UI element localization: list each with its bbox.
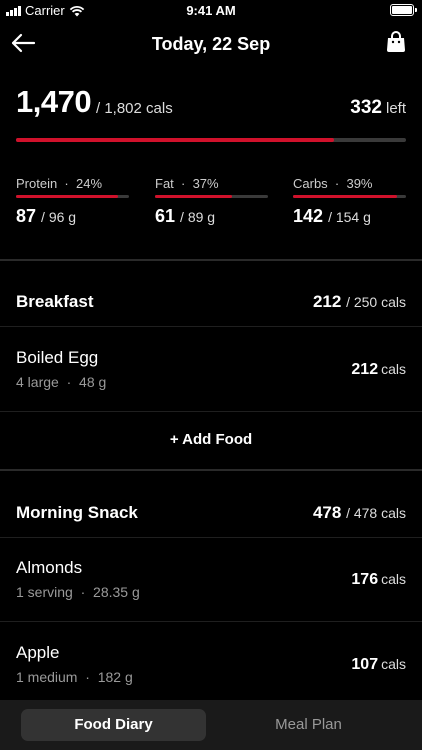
food-weight: 28.35 g (93, 584, 140, 600)
calories-remaining-label: left (385, 100, 406, 117)
food-calories-value: 212 (351, 361, 379, 378)
food-qty: 4 large (16, 374, 59, 390)
macro-carbs: Carbs · 39% 142 / 154 g (293, 176, 406, 227)
tab-meal-plan[interactable]: Meal Plan (216, 709, 401, 741)
food-detail: 1 serving · 28.35 g (16, 584, 140, 600)
calorie-progress-bar (16, 138, 406, 142)
bottom-tab-bar: Food Diary Meal Plan (0, 700, 422, 750)
calorie-progress-fill (16, 138, 335, 142)
macro-goal: / 89 g (180, 209, 216, 225)
food-calories-value: 176 (351, 571, 379, 588)
macro-goal: / 154 g (328, 209, 371, 225)
food-name: Boiled Egg (16, 348, 99, 367)
macro-percent: 39% (346, 176, 373, 191)
macro-value: 61 (155, 206, 176, 226)
food-detail: 1 medium · 182 g (16, 669, 133, 685)
macro-value: 87 (16, 206, 37, 226)
section-divider (0, 469, 422, 471)
add-food-button[interactable]: + Add Food (0, 431, 422, 448)
calories-remaining: 332 left (350, 97, 406, 119)
meal-calories-goal: / 250 cals (346, 294, 406, 310)
row-divider (0, 411, 422, 412)
calories-goal: / 1,802 cals (96, 100, 173, 117)
food-name: Almonds (16, 558, 83, 577)
macro-progress-bar (16, 195, 129, 198)
food-weight: 182 g (97, 669, 133, 685)
macro-progress-fill (293, 195, 398, 198)
food-calories-value: 107 (351, 656, 379, 673)
page-title: Today, 22 Sep (151, 34, 271, 54)
meal-calories-goal: / 478 cals (346, 505, 406, 521)
food-calories: 107 cals (351, 656, 406, 674)
calories-eaten: 1,470 (16, 84, 92, 119)
food-calories-unit: cals (381, 656, 406, 672)
food-item-apple[interactable]: Apple 1 medium · 182 g 107 cals (16, 643, 406, 693)
meal-name: Morning Snack (16, 503, 138, 522)
row-divider (0, 537, 422, 538)
macro-label: Fat (155, 176, 174, 191)
calories-remaining-value: 332 (350, 97, 382, 118)
nav-header: Today, 22 Sep (0, 26, 422, 62)
meal-name: Breakfast (16, 292, 94, 311)
meal-header-breakfast[interactable]: Breakfast 212 / 250 cals (16, 292, 406, 316)
macro-progress-fill (155, 195, 233, 198)
meal-header-morning-snack[interactable]: Morning Snack 478 / 478 cals (16, 503, 406, 527)
meal-calories: 212 / 250 cals (313, 292, 406, 312)
food-detail: 4 large · 48 g (16, 374, 107, 390)
food-qty: 1 medium (16, 669, 78, 685)
food-item-almonds[interactable]: Almonds 1 serving · 28.35 g 176 cals (16, 558, 406, 608)
tab-food-diary[interactable]: Food Diary (21, 709, 206, 741)
macro-value: 142 (293, 206, 324, 226)
food-item-boiled-egg[interactable]: Boiled Egg 4 large · 48 g 212 cals (16, 348, 406, 398)
macro-percent: 37% (192, 176, 219, 191)
macro-percent: 24% (75, 176, 103, 191)
battery-icon (390, 4, 417, 16)
shopping-bag-icon[interactable] (385, 30, 407, 54)
macro-label: Protein (16, 176, 58, 191)
meal-calories: 478 / 478 cals (313, 503, 406, 523)
food-calories-unit: cals (381, 361, 406, 377)
row-divider (0, 621, 422, 622)
macro-progress-bar (155, 195, 268, 198)
food-calories: 176 cals (351, 571, 406, 589)
status-bar: Carrier 9:41 AM (0, 0, 422, 22)
macro-label: Carbs (293, 176, 328, 191)
food-calories-unit: cals (381, 571, 406, 587)
macro-progress-bar (293, 195, 406, 198)
food-weight: 48 g (79, 374, 107, 390)
food-name: Apple (16, 643, 60, 662)
row-divider (0, 326, 422, 327)
macro-progress-fill (16, 195, 119, 198)
food-calories: 212 cals (351, 361, 406, 379)
macro-fat: Fat · 37% 61 / 89 g (155, 176, 268, 227)
macros-row: Protein · 24% 87 / 96 g Fat · 37% 61 / 8… (16, 176, 406, 236)
status-time: 9:41 AM (186, 3, 236, 18)
meal-calories-value: 478 (312, 503, 342, 522)
macro-protein: Protein · 24% 87 / 96 g (16, 176, 129, 227)
food-qty: 1 serving (16, 584, 73, 600)
macro-goal: / 96 g (41, 209, 77, 225)
meal-calories-value: 212 (312, 292, 342, 311)
section-divider (0, 259, 422, 261)
